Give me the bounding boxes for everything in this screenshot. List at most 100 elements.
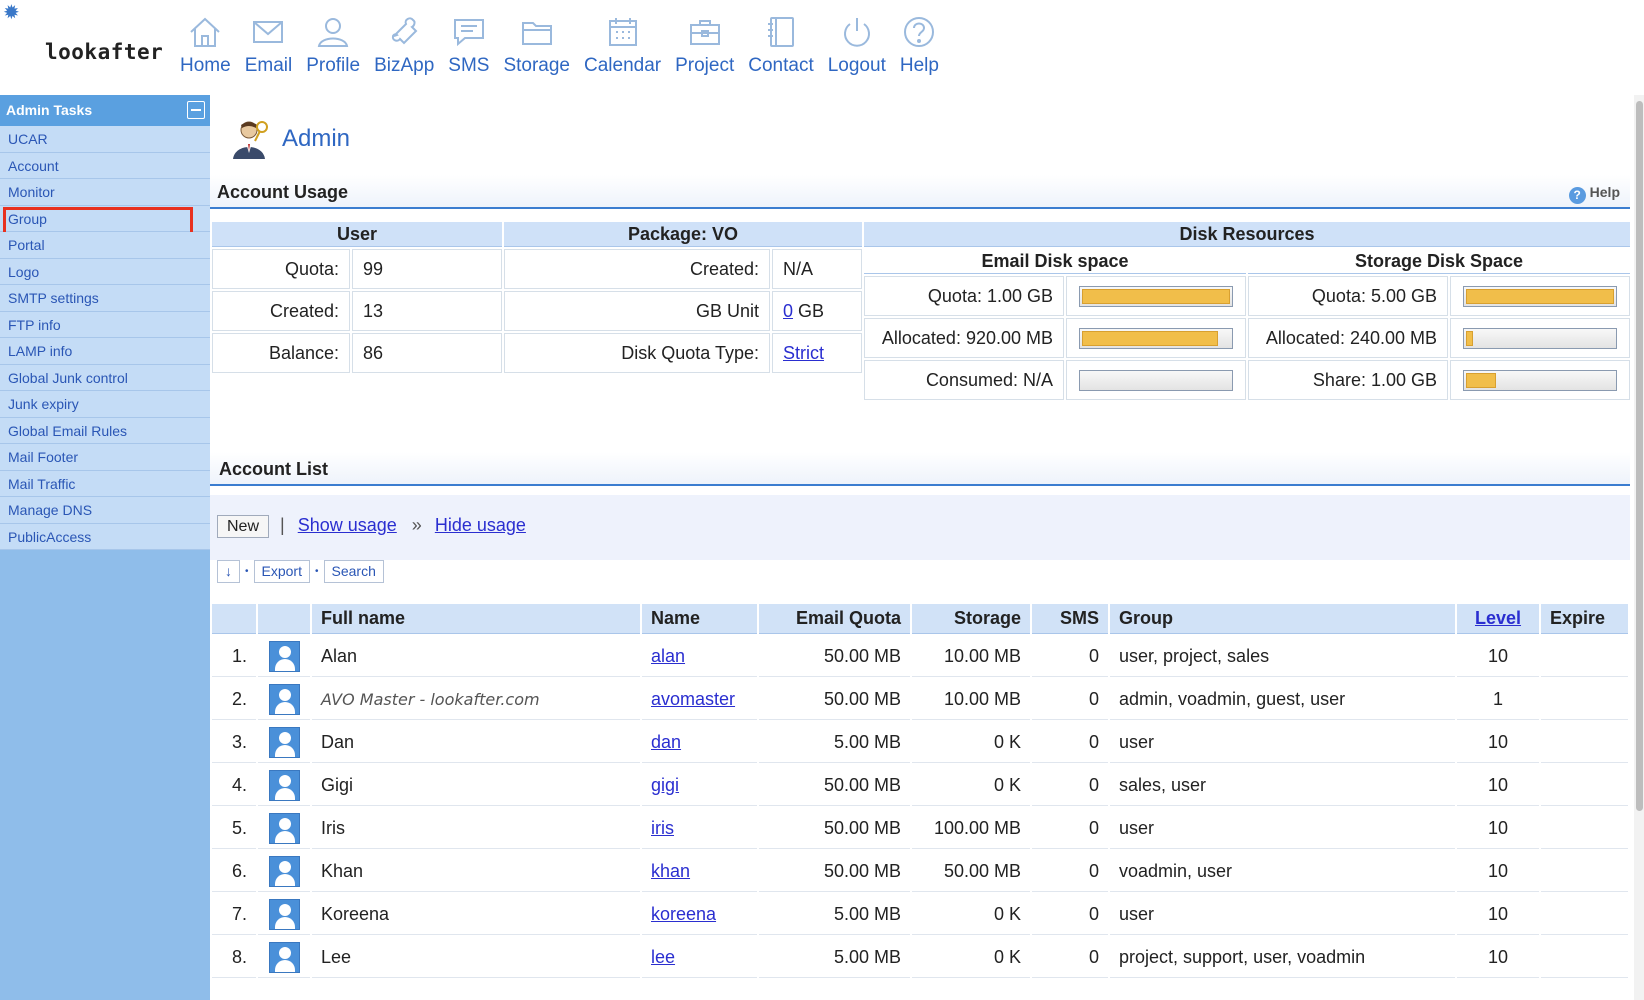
list-tools: ↓ • Export • Search <box>217 560 384 583</box>
sidebar-item-junk-expiry[interactable]: Junk expiry <box>0 391 210 418</box>
sidebar-item-global-email-rules[interactable]: Global Email Rules <box>0 417 210 444</box>
email-allocated-bar <box>1079 327 1233 349</box>
cell-expire <box>1541 808 1628 849</box>
username-link[interactable]: gigi <box>651 775 679 795</box>
sidebar-item-manage-dns[interactable]: Manage DNS <box>0 497 210 524</box>
cell-storage: 50.00 MB <box>912 851 1030 892</box>
level-sort-link[interactable]: Level <box>1475 608 1521 628</box>
nav-help[interactable]: Help <box>900 14 939 77</box>
vertical-scrollbar[interactable] <box>1634 95 1644 1000</box>
admin-user-icon <box>233 121 268 159</box>
nav-bizapp[interactable]: BizApp <box>374 14 434 77</box>
bar-fill <box>1466 288 1614 304</box>
cell-email-quota: 50.00 MB <box>759 851 910 892</box>
sidebar-item-publicaccess[interactable]: PublicAccess <box>0 523 210 550</box>
cell-email-quota: 50.00 MB <box>759 636 910 677</box>
sidebar-item-smtp-settings[interactable]: SMTP settings <box>0 285 210 312</box>
username-link[interactable]: avomaster <box>651 689 735 709</box>
cell-email-quota: 5.00 MB <box>759 722 910 763</box>
puzzle-icon <box>392 17 418 45</box>
username-link[interactable]: lee <box>651 947 675 967</box>
col-full-name: Full name <box>312 604 640 634</box>
sidebar-item-mail-traffic[interactable]: Mail Traffic <box>0 470 210 497</box>
cell-group: user, project, sales <box>1110 636 1455 677</box>
avatar-icon[interactable] <box>268 855 300 887</box>
package-created-label: Created: <box>504 249 770 289</box>
sidebar-item-account[interactable]: Account <box>0 152 210 179</box>
sidebar-item-ucar[interactable]: UCAR <box>0 126 210 153</box>
table-row: 3. Dan dan 5.00 MB 0 K 0 user 10 <box>212 722 1628 763</box>
briefcase-icon <box>689 20 720 45</box>
gear-icon[interactable]: ✹ <box>3 3 23 23</box>
cell-email-quota: 5.00 MB <box>759 937 910 978</box>
username-link[interactable]: khan <box>651 861 690 881</box>
user-row: Created: 13 <box>212 291 502 331</box>
scrollbar-thumb[interactable] <box>1636 101 1643 811</box>
user-header: User <box>212 222 502 247</box>
avatar-icon[interactable] <box>268 812 300 844</box>
quota-type-link[interactable]: Strict <box>783 343 824 363</box>
collapse-icon[interactable] <box>187 101 205 119</box>
avatar-icon[interactable] <box>268 726 300 758</box>
username-link[interactable]: dan <box>651 732 681 752</box>
arrow-separator: » <box>411 515 422 535</box>
sidebar-item-logo[interactable]: Logo <box>0 258 210 285</box>
cell-email-quota: 50.00 MB <box>759 679 910 720</box>
username-link[interactable]: iris <box>651 818 674 838</box>
sidebar-item-ftp-info[interactable]: FTP info <box>0 311 210 338</box>
avatar-icon[interactable] <box>268 898 300 930</box>
cell-index: 8. <box>212 937 256 978</box>
avatar-icon[interactable] <box>268 769 300 801</box>
nav-profile[interactable]: Profile <box>306 14 360 77</box>
avatar-icon[interactable] <box>268 640 300 672</box>
cell-storage: 0 K <box>912 722 1030 763</box>
cell-avatar <box>258 808 310 849</box>
user-row: Quota: 99 <box>212 249 502 289</box>
sidebar-item-portal[interactable]: Portal <box>0 232 210 259</box>
sort-down-button[interactable]: ↓ <box>217 560 240 583</box>
help-link[interactable]: ? Help <box>1568 175 1620 209</box>
nav-calendar[interactable]: Calendar <box>584 14 661 77</box>
username-link[interactable]: koreena <box>651 904 716 924</box>
sidebar-title: Admin Tasks <box>6 102 93 118</box>
gb-unit-link[interactable]: 0 <box>783 301 793 321</box>
export-button[interactable]: Export <box>253 560 310 583</box>
nav-home[interactable]: Home <box>180 14 231 77</box>
nav-contact[interactable]: Contact <box>748 14 814 77</box>
avatar-icon[interactable] <box>268 941 300 973</box>
cell-group: voadmin, user <box>1110 851 1455 892</box>
user-quota-value: 99 <box>352 249 502 289</box>
sidebar-item-monitor[interactable]: Monitor <box>0 179 210 206</box>
nav-email[interactable]: Email <box>245 14 292 77</box>
username-link[interactable]: alan <box>651 646 685 666</box>
nav-storage[interactable]: Storage <box>503 14 570 77</box>
storage-quota-bar <box>1463 285 1617 307</box>
new-account-button[interactable]: New <box>217 515 269 538</box>
sidebar-item-group[interactable]: Group <box>0 205 210 239</box>
disk-row: Quota: 1.00 GB Quota: 5.00 GB <box>864 276 1630 316</box>
cell-avatar <box>258 765 310 806</box>
cell-name: koreena <box>642 894 757 935</box>
user-created-value: 13 <box>352 291 502 331</box>
cell-full-name: Iris <box>312 808 640 849</box>
col-level[interactable]: Level <box>1457 604 1539 634</box>
table-row: 1. Alan alan 50.00 MB 10.00 MB 0 user, project… <box>212 636 1628 677</box>
hide-usage-link[interactable]: Hide usage <box>435 515 526 535</box>
nav-logout[interactable]: Logout <box>828 14 886 77</box>
gb-unit-label: GB Unit <box>504 291 770 331</box>
sidebar-item-lamp-info[interactable]: LAMP info <box>0 338 210 365</box>
search-button[interactable]: Search <box>323 560 384 583</box>
sidebar-item-global-junk-control[interactable]: Global Junk control <box>0 364 210 391</box>
table-row: 4. Gigi gigi 50.00 MB 0 K 0 sales, user 10 <box>212 765 1628 806</box>
sidebar-item-mail-footer[interactable]: Mail Footer <box>0 444 210 471</box>
nav-project[interactable]: Project <box>675 14 734 77</box>
nav-sms[interactable]: SMS <box>448 14 489 77</box>
app-logo[interactable]: lookafter <box>45 40 163 64</box>
user-balance-label: Balance: <box>212 333 350 373</box>
cell-expire <box>1541 765 1628 806</box>
chat-icon <box>453 19 484 47</box>
nav-label: SMS <box>448 55 490 76</box>
show-usage-link[interactable]: Show usage <box>298 515 397 535</box>
avatar-icon[interactable] <box>268 683 300 715</box>
help-label: Help <box>1589 184 1620 200</box>
